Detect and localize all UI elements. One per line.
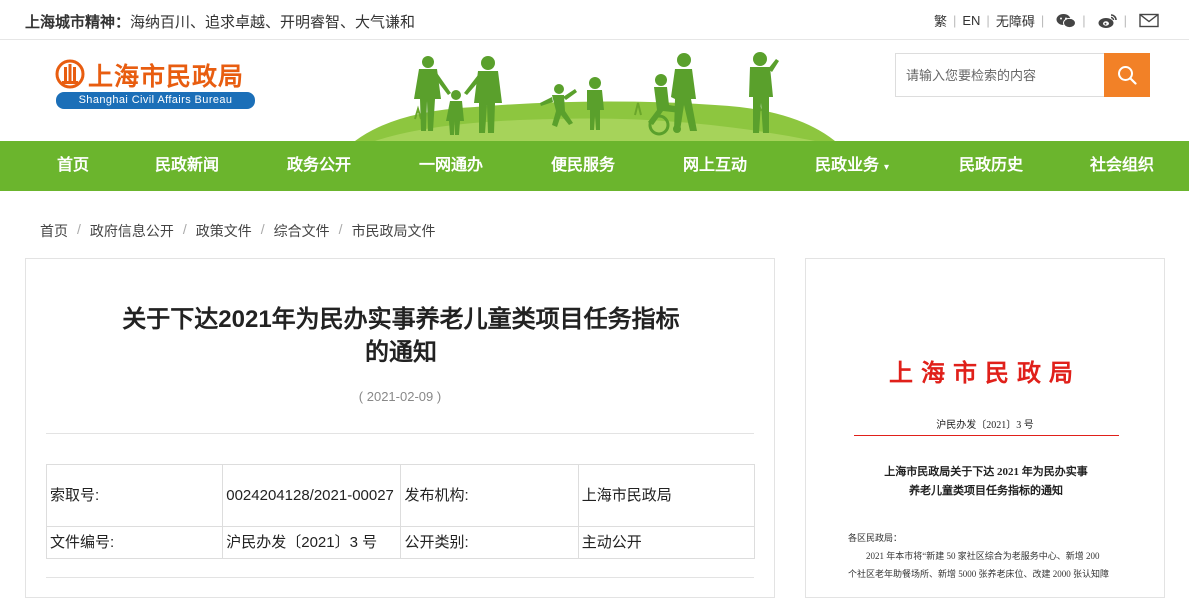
breadcrumb-separator: /: [338, 221, 343, 237]
preview-org-header: 上海市民政局: [889, 358, 1081, 387]
nav-item-news[interactable]: 民政新闻: [155, 141, 219, 191]
table-row: 文件编号: 沪民办发〔2021〕3 号 公开类别: 主动公开: [45, 526, 756, 559]
article-title: 关于下达2021年为民办实事养老儿童类项目任务指标 的通知: [111, 303, 691, 369]
breadcrumb-item[interactable]: 政策文件: [196, 221, 252, 241]
index-label: 索取号:: [45, 464, 224, 527]
index-value: 0024204128/2021-00027: [222, 464, 402, 527]
family-silhouette-banner: [355, 52, 835, 141]
article-title-line2: 的通知: [365, 339, 437, 366]
nav-item-home[interactable]: 首页: [57, 141, 89, 191]
preview-body-line: 2021 年本市将“新建 50 家社区综合为老服务中心、新增 200: [866, 551, 1100, 561]
breadcrumb-item[interactable]: 市民政局文件: [352, 221, 436, 241]
divider: |: [1082, 13, 1086, 28]
divider: |: [1123, 13, 1127, 28]
wechat-icon[interactable]: [1056, 13, 1077, 29]
preview-body: 各区民政局： 2021 年本市将“新建 50 家社区综合为老服务中心、新增 20…: [848, 529, 1123, 583]
nav-item-services[interactable]: 便民服务: [551, 141, 615, 191]
doc-number-value: 沪民办发〔2021〕3 号: [222, 526, 402, 559]
english-link[interactable]: EN: [962, 13, 980, 28]
search-input[interactable]: [896, 54, 1105, 96]
document-preview[interactable]: 上海市民政局 沪民办发〔2021〕3 号 上海市民政局关于下达 2021 年为民…: [805, 258, 1165, 598]
nav-item-interaction[interactable]: 网上互动: [683, 141, 747, 191]
divider: |: [986, 13, 990, 28]
preview-doc-number: 沪民办发〔2021〕3 号: [936, 420, 1034, 431]
table-row: 索取号: 0024204128/2021-00027 发布机构: 上海市民政局: [45, 464, 756, 527]
search-icon: [1118, 66, 1137, 85]
search-button[interactable]: [1104, 53, 1150, 97]
document-meta-table: 索取号: 0024204128/2021-00027 发布机构: 上海市民政局 …: [45, 464, 756, 559]
breadcrumb: 首页 / 政府信息公开 / 政策文件 / 综合文件 / 市民政局文件: [40, 221, 436, 241]
top-links: 繁 | EN | 无障碍 | | |: [934, 11, 1159, 30]
nav-item-history[interactable]: 民政历史: [959, 141, 1023, 191]
preview-title-line1: 上海市民政局关于下达 2021 年为民办实事: [884, 466, 1088, 478]
category-value: 主动公开: [577, 526, 756, 559]
city-motto: 上海城市精神：海纳百川、追求卓越、开明睿智、大气谦和: [25, 11, 415, 32]
breadcrumb-separator: /: [260, 221, 265, 237]
divider: |: [1040, 13, 1045, 28]
divider: [46, 433, 754, 434]
preview-red-rule: [854, 435, 1119, 436]
preview-title: 上海市民政局关于下达 2021 年为民办实事 养老儿童类项目任务指标的通知: [866, 463, 1106, 501]
preview-body-line: 个社区老年助餐场所、新增 5000 张养老床位、改建 2000 张认知障: [848, 569, 1110, 579]
mail-icon[interactable]: [1139, 13, 1159, 28]
logo-emblem-icon: [55, 59, 85, 89]
search-box: [895, 53, 1150, 97]
top-bar: 上海城市精神：海纳百川、追求卓越、开明睿智、大气谦和 繁 | EN | 无障碍 …: [0, 0, 1189, 40]
breadcrumb-item[interactable]: 综合文件: [274, 221, 330, 241]
divider: |: [952, 13, 957, 28]
breadcrumb-separator: /: [77, 221, 81, 237]
nav-item-gov-info[interactable]: 政务公开: [287, 141, 351, 191]
city-motto-text: 海纳百川、追求卓越、开明睿智、大气谦和: [130, 14, 416, 31]
accessibility-link[interactable]: 无障碍: [996, 11, 1035, 30]
traditional-chinese-link[interactable]: 繁: [934, 11, 947, 30]
site-header: 上海市民政局 Shanghai Civil Affairs Bureau: [0, 41, 1189, 141]
logo-text-en: Shanghai Civil Affairs Bureau: [56, 92, 255, 109]
doc-number-label: 文件编号:: [45, 526, 224, 559]
category-label: 公开类别:: [400, 526, 579, 559]
city-motto-lead: 上海城市精神：: [25, 14, 131, 31]
publisher-value: 上海市民政局: [577, 464, 756, 527]
publisher-label: 发布机构:: [400, 464, 579, 527]
main-nav: 首页 民政新闻 政务公开 一网通办 便民服务 网上互动 民政业务 ▾ 民政历史 社…: [0, 141, 1189, 191]
publish-date: ( 2021-02-09 ): [358, 389, 442, 404]
breadcrumb-item[interactable]: 首页: [40, 221, 68, 241]
breadcrumb-item[interactable]: 政府信息公开: [90, 221, 174, 241]
breadcrumb-separator: /: [182, 221, 187, 237]
divider: [46, 577, 754, 578]
logo-text-cn: 上海市民政局: [88, 63, 245, 91]
nav-item-business[interactable]: 民政业务 ▾: [815, 141, 889, 191]
preview-title-line2: 养老儿童类项目任务指标的通知: [909, 485, 1063, 497]
article-card: 关于下达2021年为民办实事养老儿童类项目任务指标 的通知 ( 2021-02-…: [25, 258, 775, 598]
article-title-line1: 关于下达2021年为民办实事养老儿童类项目任务指标: [122, 306, 680, 333]
chevron-down-icon: ▾: [884, 162, 890, 173]
nav-item-business-label: 民政业务: [815, 157, 880, 174]
nav-item-one-net[interactable]: 一网通办: [419, 141, 483, 191]
preview-salutation: 各区民政局：: [848, 533, 903, 543]
weibo-icon[interactable]: [1098, 13, 1118, 29]
nav-item-social-org[interactable]: 社会组织: [1090, 141, 1154, 191]
site-logo[interactable]: 上海市民政局 Shanghai Civil Affairs Bureau: [54, 57, 259, 113]
